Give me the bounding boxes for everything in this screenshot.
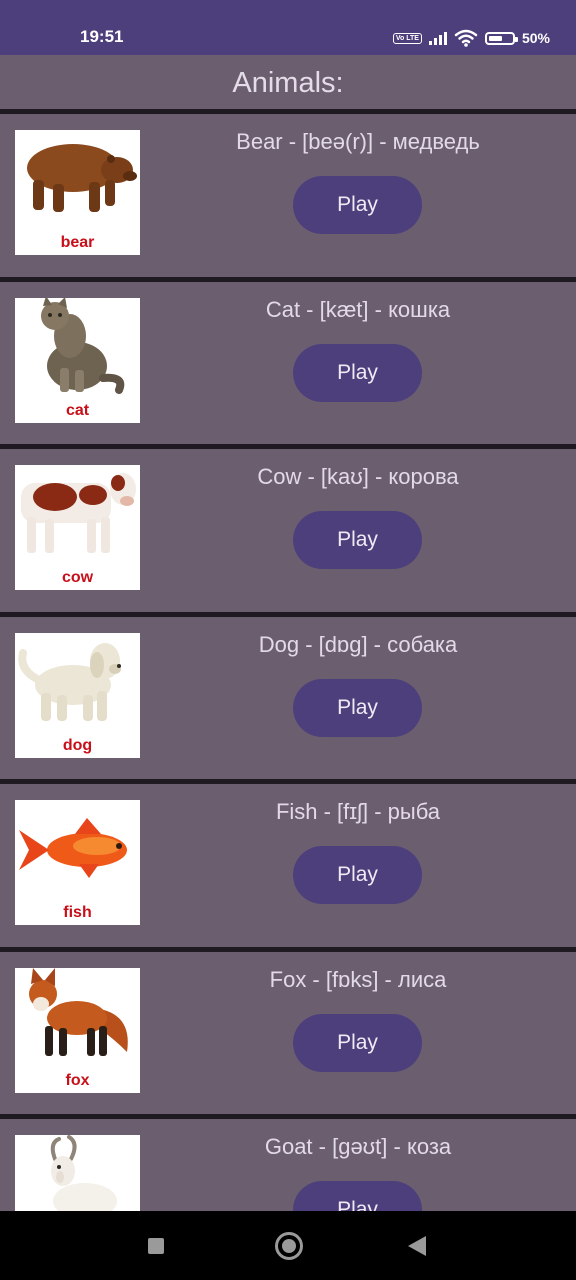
battery-icon (484, 31, 518, 45)
list-item: bear Bear - [beə(r)] - медведь Play (0, 109, 576, 277)
list-item: cow Cow - [kaʊ] - корова Play (0, 444, 576, 612)
battery-percent: 50% (521, 30, 550, 46)
play-button[interactable]: Play (293, 1013, 422, 1072)
status-icons: Vo LTE 50% (392, 27, 550, 49)
wifi-icon (454, 29, 478, 47)
volte-icon: Vo LTE (392, 32, 422, 44)
bear-icon (27, 144, 137, 212)
play-button[interactable]: Play (293, 1181, 422, 1211)
play-button[interactable]: Play (293, 678, 422, 737)
home-icon[interactable] (275, 1232, 303, 1260)
back-icon[interactable] (408, 1236, 426, 1256)
status-time: 19:51 (80, 27, 124, 46)
list-item: Goat - [gəʊt] - коза Play (0, 1114, 576, 1211)
word-translation: Dog - [dɒg] - собака (258, 631, 458, 657)
word-translation: Cat - [kæt] - кошка (265, 296, 451, 322)
animal-image: fox (15, 967, 140, 1093)
list-item: fox Fox - [fɒks] - лиса Play (0, 946, 576, 1115)
word-translation: Goat - [gəʊt] - коза (264, 1134, 452, 1159)
battery-fill (488, 35, 502, 41)
cat-icon (41, 297, 125, 394)
dog-icon (18, 642, 121, 721)
navigation-bar (0, 1211, 576, 1280)
animal-list[interactable]: bear Bear - [beə(r)] - медведь Play cat … (0, 109, 576, 1211)
fox-icon (29, 967, 128, 1056)
signal-icon (428, 31, 447, 45)
play-button[interactable]: Play (293, 343, 422, 402)
animal-caption: cow (61, 569, 94, 586)
play-button[interactable]: Play (293, 511, 422, 569)
status-bar: 19:51 Vo LTE 50% (0, 0, 576, 55)
animal-caption: bear (60, 234, 95, 251)
animal-caption: dog (62, 736, 93, 754)
cow-icon (21, 473, 136, 553)
animal-image: fish (15, 800, 140, 925)
word-translation: Fox - [fɒks] - лиса (269, 966, 447, 992)
animal-image: cow (15, 465, 140, 590)
animal-image: cat (15, 297, 140, 423)
page-title: Animals: (232, 67, 344, 99)
list-item: cat Cat - [kæt] - кошка Play (0, 276, 576, 445)
fish-icon (19, 818, 127, 878)
word-translation: Bear - [beə(r)] - медведь (236, 129, 480, 154)
list-item: fish Fish - [fɪʃ] - рыба Play (0, 779, 576, 947)
play-button[interactable]: Play (293, 176, 422, 234)
word-translation: Cow - [kaʊ] - корова (257, 464, 459, 489)
animal-caption: fish (63, 904, 92, 921)
animal-image (15, 1135, 140, 1211)
animal-caption: fox (65, 1071, 90, 1089)
list-item: dog Dog - [dɒg] - собака Play (0, 611, 576, 780)
animal-caption: cat (65, 401, 90, 419)
play-button[interactable]: Play (293, 846, 422, 904)
recent-apps-icon[interactable] (148, 1238, 164, 1254)
animal-image: bear (15, 130, 140, 255)
goat-icon (50, 1135, 117, 1211)
animal-image: dog (15, 632, 140, 758)
word-translation: Fish - [fɪʃ] - рыба (275, 799, 441, 824)
